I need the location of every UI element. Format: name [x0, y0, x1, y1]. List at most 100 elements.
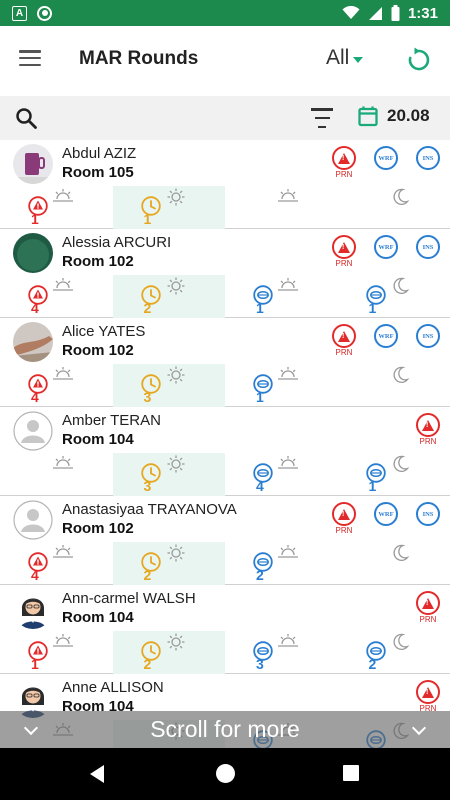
patient-row[interactable]: Ann-carmel WALSH Room 104 PRN 1 2 3 2 — [0, 585, 450, 674]
back-icon[interactable] — [90, 765, 104, 783]
a-letter-icon: A — [12, 5, 27, 21]
prn-alert-icon — [332, 502, 356, 526]
wrf-label: WRF — [378, 332, 394, 340]
slot-moon[interactable]: 2 — [338, 631, 450, 674]
ins-badge[interactable]: INS — [414, 502, 442, 526]
sort-filter-icon[interactable] — [310, 108, 334, 128]
toolbar: 20.08 — [0, 96, 450, 140]
app-bar: MAR Rounds All — [0, 26, 450, 96]
date-picker[interactable]: 20.08 — [357, 105, 430, 127]
patient-name: Amber TERAN — [62, 412, 161, 429]
search-icon[interactable] — [14, 106, 38, 130]
sunset-icon — [277, 544, 299, 560]
medication-slots: 3 4 1 — [0, 453, 450, 496]
slot-moon[interactable]: 1 — [338, 453, 450, 496]
slot-count: 3 — [143, 389, 152, 405]
sun-icon — [165, 455, 187, 473]
sun-icon — [165, 633, 187, 651]
slot-sun[interactable]: 2 — [112, 631, 225, 674]
slot-count: 4 — [256, 478, 264, 494]
slot-count: 2 — [368, 656, 377, 672]
slot-sun[interactable]: 3 — [112, 364, 225, 407]
patient-room: Room 104 — [62, 431, 134, 448]
avatar — [13, 322, 53, 362]
ins-label: INS — [422, 332, 434, 340]
avatar — [13, 500, 53, 540]
moon-icon — [390, 277, 412, 295]
slot-sun[interactable]: 2 — [112, 542, 225, 585]
ins-badge[interactable]: INS — [414, 324, 442, 348]
patient-row[interactable]: Alessia ARCURI Room 102 PRN WRF INS 4 2 1 1 — [0, 229, 450, 318]
recents-icon[interactable] — [343, 765, 359, 781]
patient-header: Anastasiyaa TRAYANOVA Room 102 PRN WRF INS — [0, 496, 450, 542]
warning-triangle-icon — [338, 330, 350, 342]
sun-icon — [165, 366, 187, 384]
patient-row[interactable]: Amber TERAN Room 104 PRN 3 4 1 — [0, 407, 450, 496]
slot-sunrise[interactable]: 4 — [0, 542, 113, 585]
prn-badge[interactable]: PRN — [330, 146, 358, 180]
moon-icon — [390, 633, 412, 651]
prn-label: PRN — [335, 526, 353, 535]
slot-sunset[interactable]: 1 — [225, 275, 338, 318]
moon-icon — [390, 544, 412, 562]
sunset-icon — [277, 188, 299, 204]
patient-row[interactable]: Alice YATES Room 102 PRN WRF INS 4 3 1 — [0, 318, 450, 407]
slot-count: 2 — [143, 656, 152, 672]
slot-count: 1 — [368, 300, 377, 316]
prn-badge[interactable]: PRN — [330, 502, 358, 536]
medication-slots: 1 2 3 2 — [0, 631, 450, 674]
prn-badge[interactable]: PRN — [330, 235, 358, 269]
refresh-icon[interactable] — [405, 46, 433, 74]
slot-sunrise[interactable]: 1 — [0, 631, 113, 674]
slot-sun[interactable]: 3 — [112, 453, 225, 496]
ins-icon: INS — [416, 235, 440, 259]
menu-icon[interactable] — [18, 46, 42, 70]
wrf-icon: WRF — [374, 502, 398, 526]
avatar — [13, 411, 53, 451]
prn-alert-icon — [332, 324, 356, 348]
ins-badge[interactable]: INS — [414, 235, 442, 259]
avatar — [13, 589, 53, 629]
patient-row[interactable]: Anastasiyaa TRAYANOVA Room 102 PRN WRF INS 4 2… — [0, 496, 450, 585]
slot-count: 1 — [31, 211, 39, 227]
patient-header: Abdul AZIZ Room 105 PRN WRF INS — [0, 140, 450, 186]
patient-room: Room 104 — [62, 609, 134, 626]
home-icon[interactable] — [216, 764, 235, 783]
slot-sun[interactable]: 2 — [112, 275, 225, 318]
page-title: MAR Rounds — [79, 48, 199, 69]
wrf-icon: WRF — [374, 324, 398, 348]
wifi-icon — [342, 6, 360, 19]
slot-sun[interactable]: 1 — [112, 186, 225, 229]
patient-row[interactable]: Abdul AZIZRoom 105PRNWRFINS11 — [0, 140, 450, 229]
slot-sunset[interactable]: 2 — [225, 542, 338, 585]
wrf-badge[interactable]: WRF — [372, 324, 400, 348]
sunrise-icon — [52, 277, 74, 293]
ins-label: INS — [422, 510, 434, 518]
wrf-badge[interactable]: WRF — [372, 146, 400, 170]
scroll-for-more-banner[interactable]: Scroll for more — [0, 711, 450, 748]
slot-moon[interactable]: 1 — [338, 275, 450, 318]
prn-label: PRN — [419, 437, 437, 446]
filter-dropdown[interactable]: All — [326, 46, 364, 70]
ins-badge[interactable]: INS — [414, 146, 442, 170]
prn-badge[interactable]: PRN — [414, 680, 442, 714]
wrf-badge[interactable]: WRF — [372, 502, 400, 526]
slot-sunrise[interactable]: 1 — [0, 186, 113, 229]
system-nav-bar — [0, 748, 450, 800]
wrf-badge[interactable]: WRF — [372, 235, 400, 259]
slot-sunrise[interactable]: 4 — [0, 364, 113, 407]
calendar-icon — [358, 106, 378, 127]
prn-badge[interactable]: PRN — [414, 413, 442, 447]
slot-sunrise[interactable]: 4 — [0, 275, 113, 318]
wrf-label: WRF — [378, 243, 394, 251]
patient-header: Ann-carmel WALSH Room 104 PRN — [0, 585, 450, 631]
slot-sunset[interactable]: 3 — [225, 631, 338, 674]
slot-moon — [338, 542, 450, 585]
ring-icon — [37, 5, 52, 21]
status-bar: A 1:31 — [0, 0, 450, 26]
prn-badge[interactable]: PRN — [414, 591, 442, 625]
slot-sunset[interactable]: 1 — [225, 364, 338, 407]
slot-sunset[interactable]: 4 — [225, 453, 338, 496]
ins-label: INS — [422, 154, 434, 162]
prn-badge[interactable]: PRN — [330, 324, 358, 358]
